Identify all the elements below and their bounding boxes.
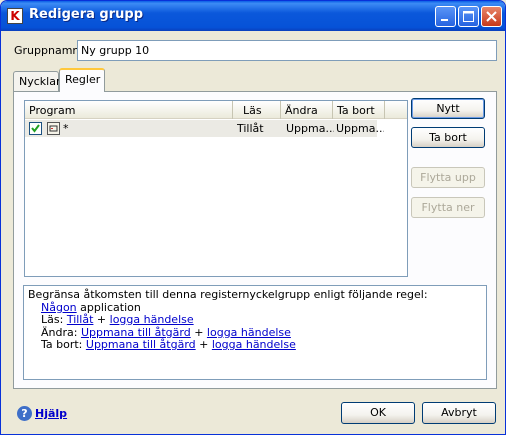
- tab-nycklar[interactable]: Nycklar: [13, 71, 60, 91]
- las-log-link[interactable]: logga händelse: [110, 313, 194, 326]
- table-row[interactable]: * Tillåt Uppma... Uppma...: [25, 120, 384, 137]
- registry-icon: [47, 122, 60, 135]
- maximize-button[interactable]: [458, 6, 479, 27]
- close-icon: [486, 11, 497, 22]
- las-action-link[interactable]: Tillåt: [67, 313, 94, 326]
- title-bar[interactable]: K Redigera grupp: [1, 1, 505, 31]
- delete-rule-button[interactable]: Ta bort: [411, 127, 485, 148]
- cell-andra: Uppma...: [286, 122, 334, 135]
- cancel-button[interactable]: Avbryt: [422, 402, 496, 424]
- tab-panel-regler: Program Läs Ändra Ta bort * Tillåt Uppma…: [13, 91, 497, 389]
- cell-ta-bort: Uppma...: [336, 122, 384, 135]
- close-button[interactable]: [481, 6, 502, 27]
- tab-regler[interactable]: Regler: [59, 68, 105, 92]
- rule-enabled-checkbox[interactable]: [29, 122, 42, 135]
- group-name-input[interactable]: [77, 40, 497, 61]
- new-rule-button[interactable]: Nytt: [411, 98, 485, 119]
- column-header-andra[interactable]: Ändra: [281, 101, 333, 119]
- maximize-icon: [463, 11, 474, 22]
- column-header-las[interactable]: Läs: [233, 101, 281, 119]
- checkmark-icon: [31, 124, 40, 133]
- dialog-window: K Redigera grupp Gruppnamn: Nycklar Regl…: [0, 0, 506, 435]
- kaspersky-app-icon: K: [7, 8, 23, 24]
- help-icon: ?: [17, 406, 32, 421]
- cell-program: *: [63, 122, 69, 135]
- move-down-button[interactable]: Flytta ner: [411, 197, 485, 218]
- column-header-ta-bort[interactable]: Ta bort: [333, 101, 385, 119]
- ta-bort-log-link[interactable]: logga händelse: [212, 338, 296, 351]
- window-title: Redigera grupp: [29, 7, 144, 22]
- move-up-button[interactable]: Flytta upp: [411, 167, 485, 188]
- ta-bort-action-link[interactable]: Uppmana till åtgärd: [86, 338, 196, 351]
- group-name-label: Gruppnamn:: [14, 44, 84, 57]
- list-header: Program Läs Ändra Ta bort: [25, 101, 407, 119]
- minimize-button[interactable]: [435, 6, 456, 27]
- andra-action-link[interactable]: Uppmana till åtgärd: [81, 326, 191, 339]
- andra-log-link[interactable]: logga händelse: [207, 326, 291, 339]
- rule-description: Begränsa åtkomsten till denna registerny…: [23, 285, 487, 380]
- application-link[interactable]: Någon: [41, 301, 77, 314]
- description-ta-bort-line: Ta bort: Uppmana till åtgärd + logga hän…: [41, 338, 296, 351]
- help-link[interactable]: Hjälp: [35, 407, 67, 420]
- minimize-icon: [441, 19, 448, 21]
- ok-button[interactable]: OK: [341, 402, 415, 424]
- rules-list[interactable]: Program Läs Ändra Ta bort * Tillåt Uppma…: [24, 100, 408, 277]
- cell-las: Tillåt: [237, 122, 264, 135]
- column-header-program[interactable]: Program: [25, 101, 233, 119]
